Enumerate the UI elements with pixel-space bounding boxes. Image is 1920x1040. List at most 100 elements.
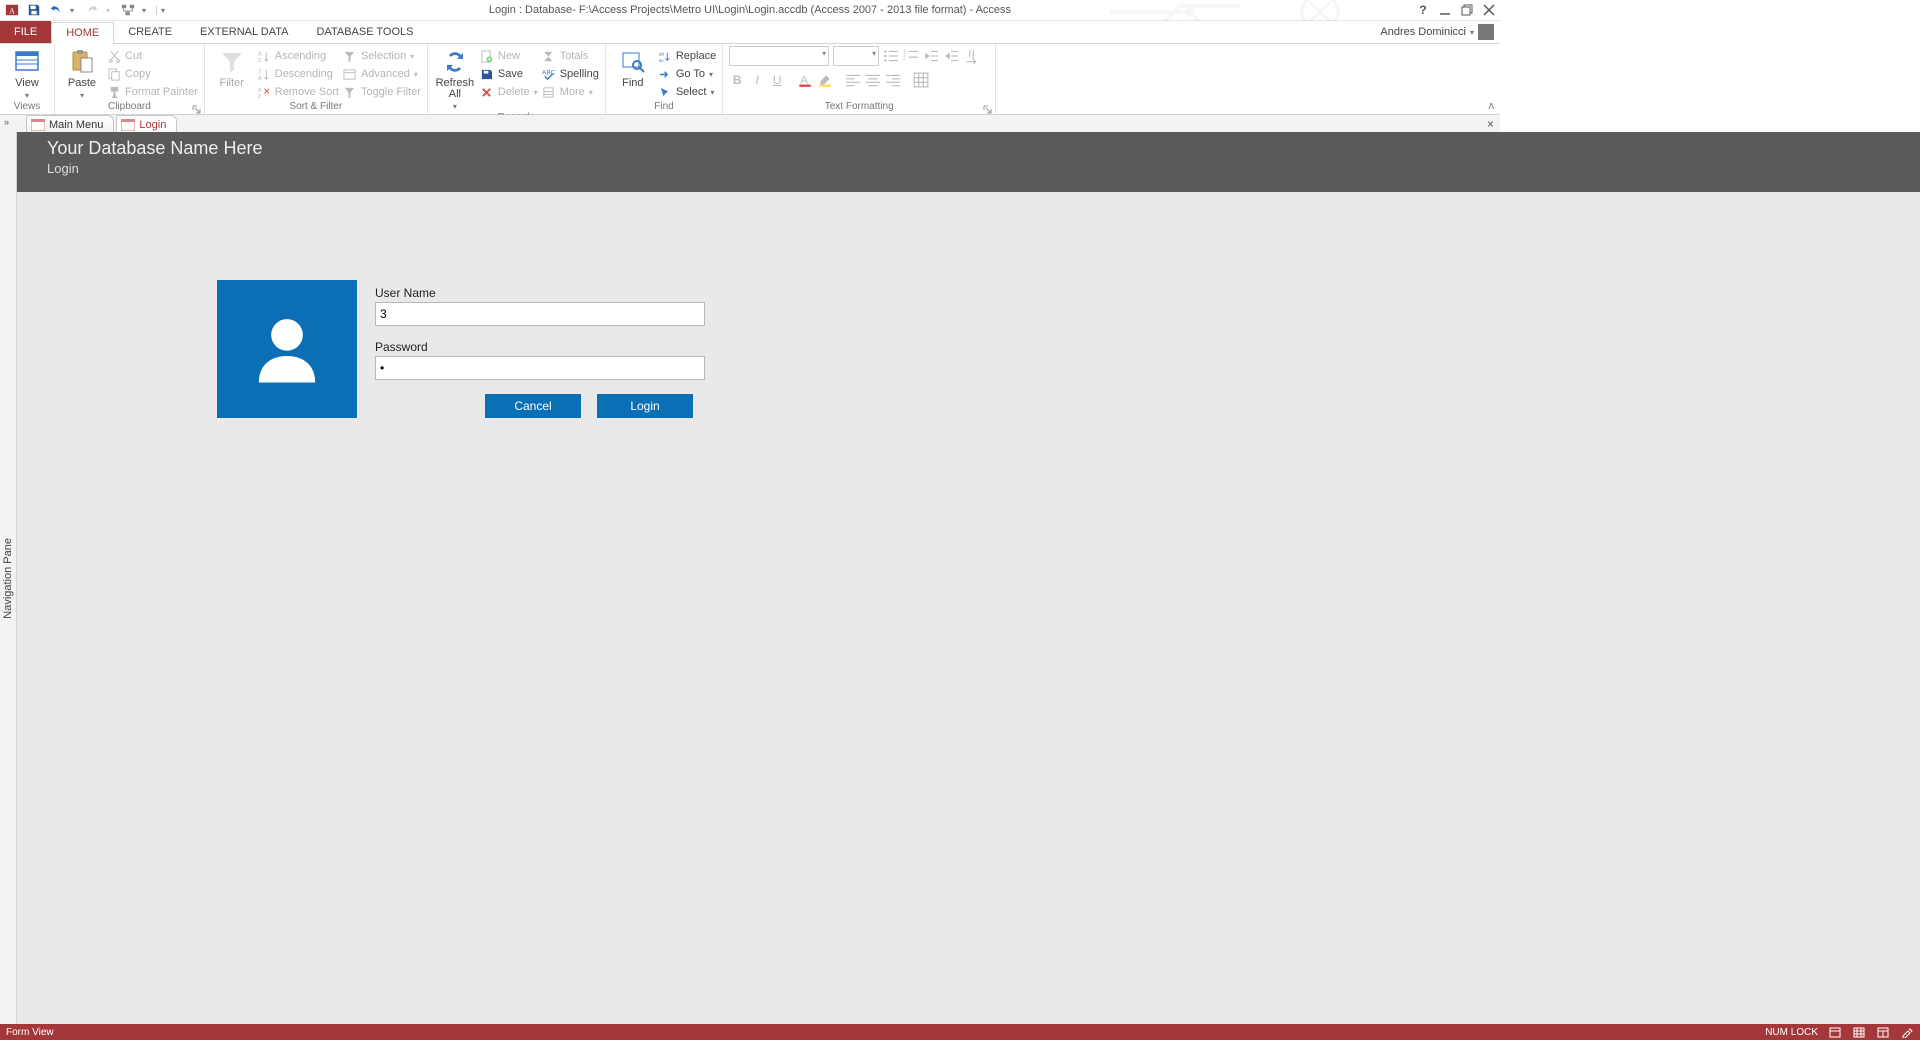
user-account[interactable]: Andres Dominicci ▾	[1380, 21, 1494, 43]
toggle-filter-button[interactable]: Toggle Filter	[343, 84, 421, 100]
login-button[interactable]: Login	[597, 394, 693, 418]
tab-external-data[interactable]: EXTERNAL DATA	[186, 21, 302, 43]
save-icon[interactable]	[26, 2, 42, 18]
svg-text:Z: Z	[258, 58, 262, 63]
descending-button[interactable]: ZADescending	[257, 66, 339, 82]
user-name: Andres Dominicci	[1380, 26, 1466, 38]
save-record-icon	[480, 67, 494, 81]
help-icon[interactable]: ?	[1416, 3, 1430, 17]
view-button[interactable]: View ▾	[6, 46, 48, 100]
underline-icon[interactable]: U	[769, 72, 785, 88]
sort-asc-icon: AZ	[257, 49, 271, 63]
cut-icon	[107, 49, 121, 63]
svg-text:A: A	[258, 51, 262, 57]
cut-button[interactable]: Cut	[107, 48, 198, 64]
minimize-icon[interactable]	[1438, 3, 1452, 17]
refresh-all-button[interactable]: Refresh All ▾	[434, 46, 476, 111]
close-icon[interactable]	[1482, 3, 1496, 17]
find-button[interactable]: Find	[612, 46, 654, 89]
restore-icon[interactable]	[1460, 3, 1474, 17]
qat-customize-icon[interactable]: ▾	[142, 6, 150, 15]
password-input[interactable]	[375, 356, 705, 380]
new-icon	[480, 49, 494, 63]
tab-database-tools[interactable]: DATABASE TOOLS	[302, 21, 427, 43]
tab-file[interactable]: FILE	[0, 21, 51, 43]
indent-inc-icon[interactable]	[943, 48, 959, 64]
remove-sort-icon: AZ	[257, 85, 271, 99]
password-label: Password	[375, 340, 705, 354]
numbering-icon[interactable]: 12	[903, 48, 919, 64]
text-direction-icon[interactable]	[963, 48, 979, 64]
design-view-icon[interactable]	[1900, 1026, 1914, 1038]
save-button[interactable]: Save	[480, 66, 538, 82]
cancel-button[interactable]: Cancel	[485, 394, 581, 418]
window-title: Login : Database- F:\Access Projects\Met…	[0, 4, 1500, 16]
format-painter-button[interactable]: Format Painter	[107, 84, 198, 100]
tab-home[interactable]: HOME	[51, 22, 114, 44]
form-icon	[31, 119, 45, 131]
filter-icon	[218, 48, 246, 76]
ascending-button[interactable]: AZAscending	[257, 48, 339, 64]
redo-icon[interactable]	[84, 2, 100, 18]
layout-view-icon[interactable]	[1876, 1026, 1890, 1038]
spelling-button[interactable]: ABCSpelling	[542, 66, 599, 82]
more-button[interactable]: More▾	[542, 84, 599, 100]
view-icon	[13, 48, 41, 76]
ribbon-group-text-formatting: 12 B I U A Text Formatting	[723, 44, 996, 114]
qat-relationships-icon[interactable]	[120, 2, 136, 18]
collapse-ribbon-icon[interactable]: ʌ	[1489, 100, 1495, 112]
align-left-icon[interactable]	[845, 72, 861, 88]
gridlines-icon[interactable]	[913, 72, 929, 88]
svg-text:ac: ac	[659, 58, 665, 63]
align-right-icon[interactable]	[885, 72, 901, 88]
indent-dec-icon[interactable]	[923, 48, 939, 64]
tab-create[interactable]: CREATE	[114, 21, 186, 43]
goto-button[interactable]: Go To▾	[658, 66, 716, 82]
italic-icon[interactable]: I	[749, 72, 765, 88]
form-icon	[121, 119, 135, 131]
close-tab-icon[interactable]: ×	[1487, 117, 1494, 131]
form-view-icon[interactable]	[1828, 1026, 1842, 1038]
bold-icon[interactable]: B	[729, 72, 745, 88]
doctab-main-menu[interactable]: Main Menu	[26, 115, 114, 133]
ribbon: View ▾ Views Paste ▾ Cut Copy Format Pai…	[0, 44, 1500, 115]
login-form-area: Your Database Name Here Login User Name …	[17, 132, 1920, 1024]
navpane-expand-icon[interactable]: »	[4, 117, 9, 127]
new-button[interactable]: New	[480, 48, 538, 64]
username-input[interactable]	[375, 302, 705, 326]
form-title: Your Database Name Here	[47, 138, 1920, 159]
undo-icon[interactable]	[48, 2, 64, 18]
format-painter-icon	[107, 85, 121, 99]
font-family-combo[interactable]	[729, 46, 829, 66]
select-button[interactable]: Select▾	[658, 84, 716, 100]
textfmt-dialog-launcher[interactable]	[983, 103, 993, 113]
font-size-combo[interactable]	[833, 46, 879, 66]
remove-sort-button[interactable]: AZRemove Sort	[257, 84, 339, 100]
filter-button[interactable]: Filter	[211, 46, 253, 89]
sort-desc-icon: ZA	[257, 67, 271, 81]
svg-text:A: A	[258, 87, 262, 93]
paste-button[interactable]: Paste ▾	[61, 46, 103, 100]
login-block: User Name Password Cancel Login	[217, 280, 705, 418]
copy-button[interactable]: Copy	[107, 66, 198, 82]
font-color-icon[interactable]: A	[797, 72, 813, 88]
redo-dropdown-icon[interactable]: ▾	[106, 6, 114, 15]
delete-button[interactable]: Delete▾	[480, 84, 538, 100]
undo-dropdown-icon[interactable]: ▾	[70, 6, 78, 15]
bullets-icon[interactable]	[883, 48, 899, 64]
datasheet-view-icon[interactable]	[1852, 1026, 1866, 1038]
align-center-icon[interactable]	[865, 72, 881, 88]
doctab-login[interactable]: Login	[116, 115, 177, 133]
highlight-icon[interactable]	[817, 72, 833, 88]
totals-button[interactable]: Totals	[542, 48, 599, 64]
navigation-pane-collapsed[interactable]: Navigation Pane	[0, 132, 17, 1024]
advanced-button[interactable]: Advanced▾	[343, 66, 421, 82]
delete-icon	[480, 85, 494, 99]
replace-button[interactable]: abacReplace	[658, 48, 716, 64]
qat-more-icon[interactable]: ▾	[156, 6, 169, 15]
user-tile-icon	[217, 280, 357, 418]
totals-icon	[542, 49, 556, 63]
clipboard-dialog-launcher[interactable]	[192, 103, 202, 113]
numlock-indicator: NUM LOCK	[1765, 1027, 1818, 1038]
selection-button[interactable]: Selection▾	[343, 48, 421, 64]
